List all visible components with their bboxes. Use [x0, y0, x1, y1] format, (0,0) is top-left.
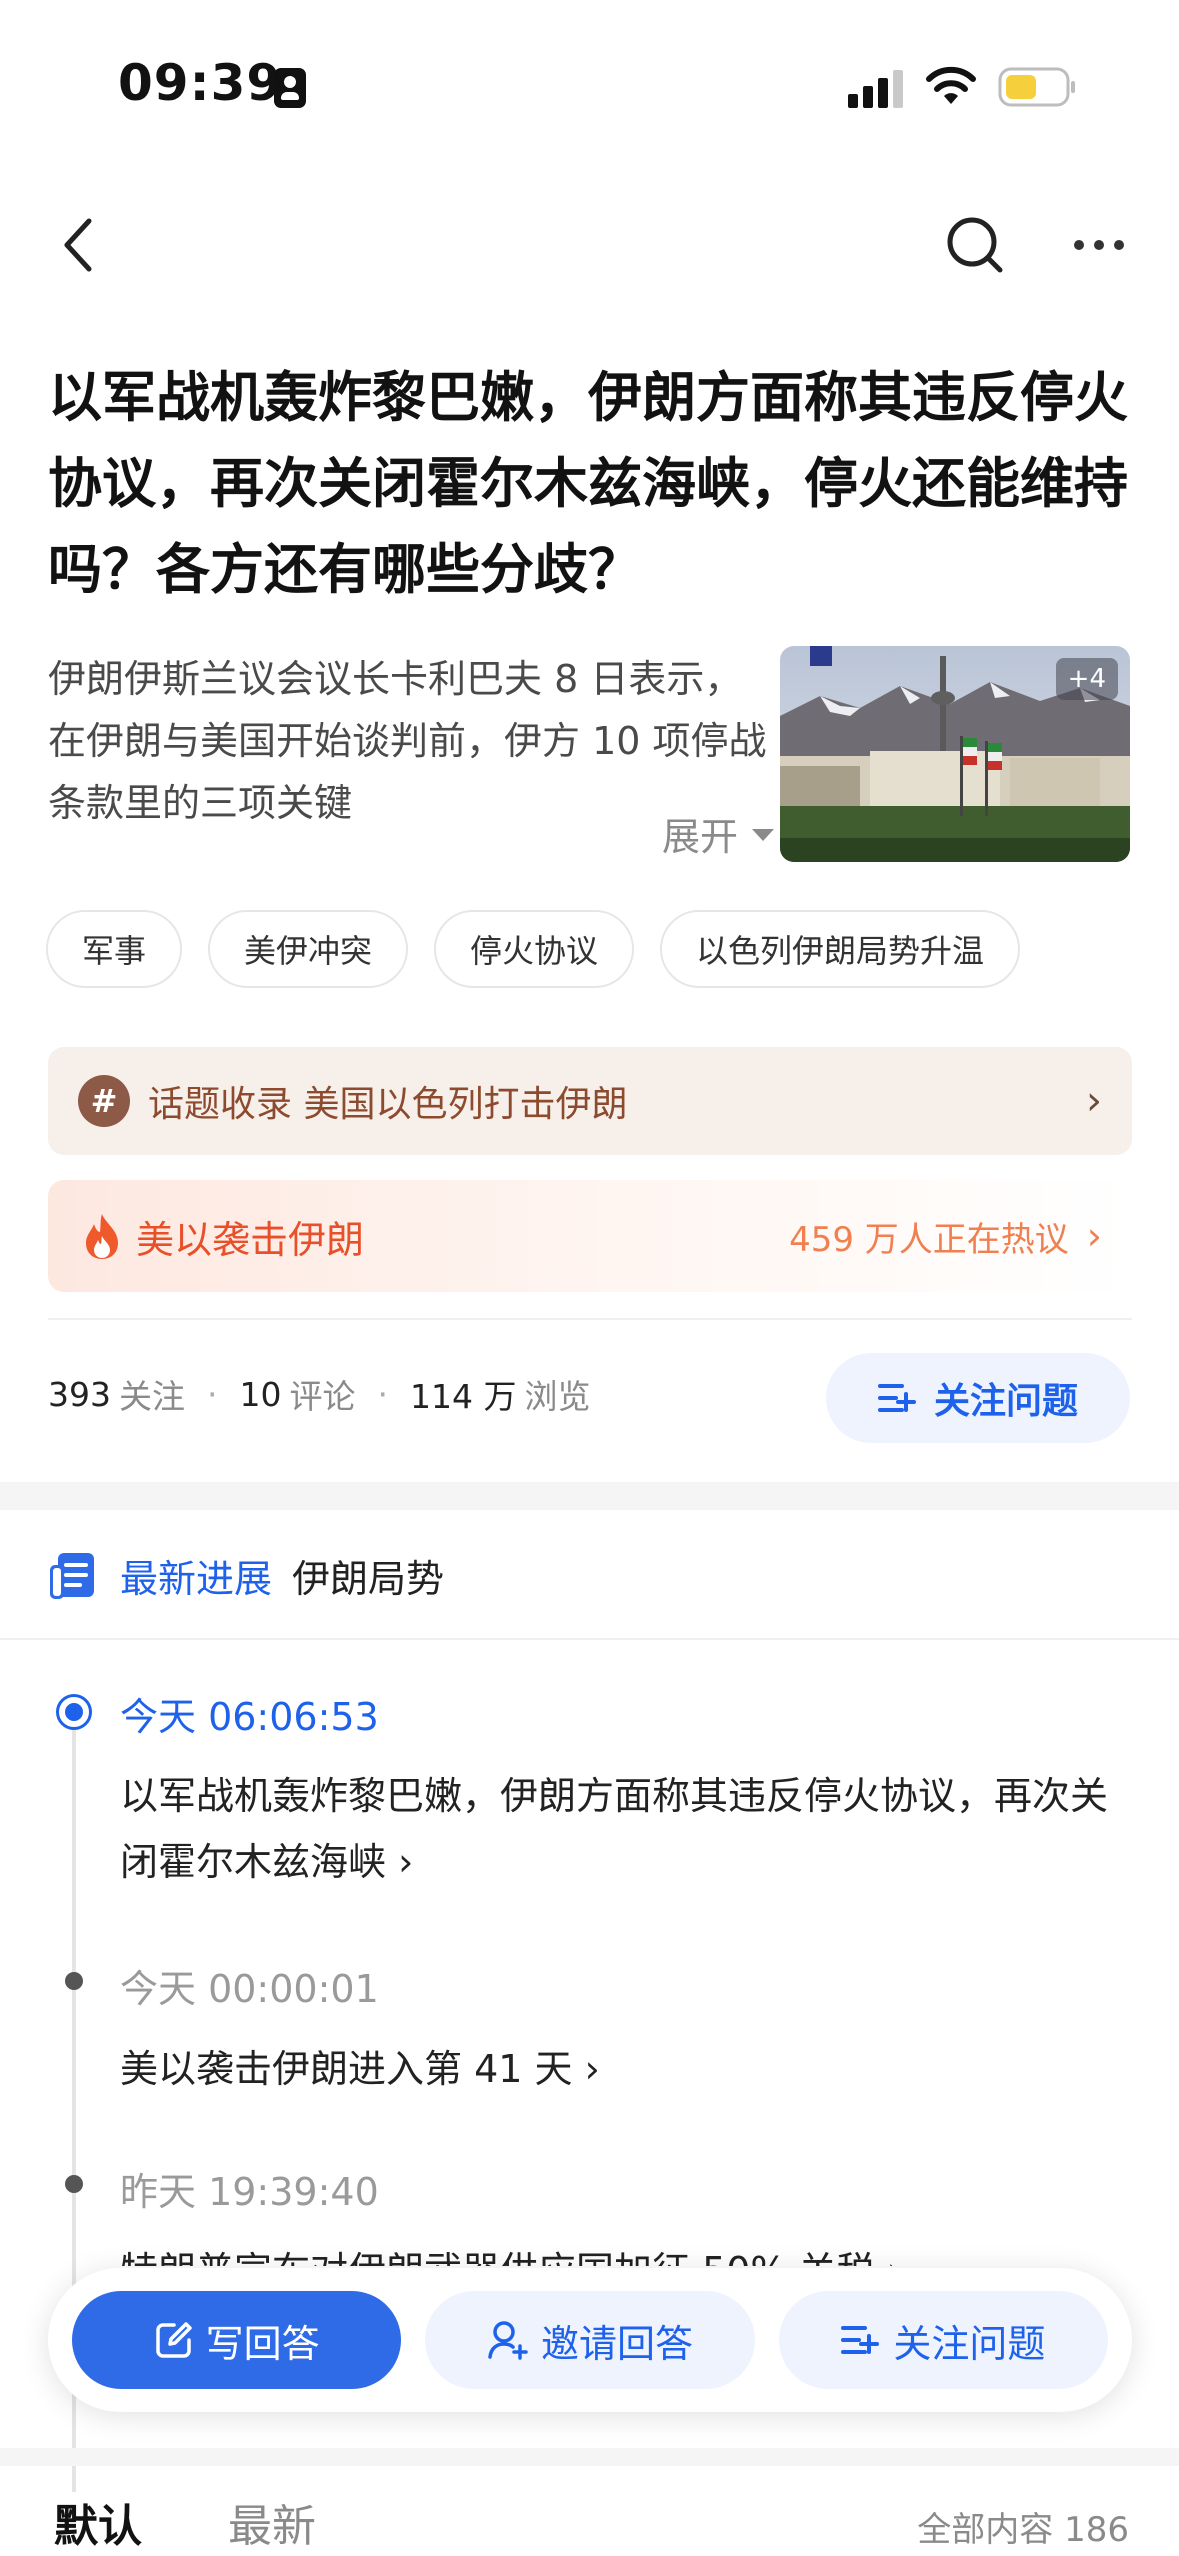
hot-discussion-card[interactable]: 美以袭击伊朗 459 万人正在热议 ›	[48, 1180, 1132, 1292]
write-answer-label: 写回答	[205, 2321, 320, 2366]
more-icon	[1074, 240, 1124, 250]
followers-label: 关注	[119, 1377, 185, 1416]
views-label: 浏览	[524, 1377, 591, 1416]
topic-collection-text: 话题收录 美国以色列打击伊朗	[148, 1084, 628, 1125]
back-button[interactable]	[44, 210, 114, 280]
question-image[interactable]: +4	[780, 646, 1130, 862]
follow-list-icon	[841, 2326, 880, 2354]
comments-count[interactable]: 10	[240, 1375, 282, 1414]
status-bar: 09:39	[0, 0, 1179, 170]
question-stats: 393 关注 · 10 评论 · 114 万 浏览	[48, 1370, 590, 1418]
flame-icon	[86, 1214, 118, 1259]
write-answer-button[interactable]: 写回答	[72, 2291, 402, 2389]
section-separator	[0, 2448, 1179, 2466]
chevron-right-icon: ›	[1086, 1214, 1102, 1258]
progress-topic: 伊朗局势	[292, 1557, 445, 1601]
divider	[0, 1638, 1179, 1640]
more-button[interactable]	[1064, 210, 1134, 280]
edit-icon	[155, 2322, 192, 2358]
follow-question-bottom-label: 关注问题	[893, 2321, 1046, 2366]
hashtag-icon: #	[78, 1075, 130, 1127]
timeline-dot-active	[56, 1694, 92, 1730]
tag-chip[interactable]: 停火协议	[434, 910, 635, 988]
follow-question-bottom-button[interactable]: 关注问题	[778, 2291, 1108, 2389]
timeline-dot	[65, 2175, 83, 2193]
search-button[interactable]	[940, 210, 1010, 280]
tag-chip[interactable]: 以色列伊朗局势升温	[660, 910, 1021, 988]
tab-default[interactable]: 默认	[54, 2490, 142, 2554]
expand-label: 展开	[662, 814, 739, 859]
news-list-icon	[50, 1552, 94, 1599]
follow-question-label: 关注问题	[933, 1381, 1078, 1422]
follow-list-icon	[877, 1384, 916, 1412]
timeline-time: 今天 00:00:01	[120, 1967, 379, 2011]
tab-latest[interactable]: 最新	[228, 2490, 316, 2554]
bottom-action-bar: 写回答 邀请回答 关注问题	[48, 2268, 1132, 2412]
tag-chip[interactable]: 美伊冲突	[208, 910, 409, 988]
nav-bar	[0, 190, 1179, 300]
hot-count: 459 万人正在热议	[789, 1219, 1069, 1260]
topic-collection-card[interactable]: # 话题收录 美国以色列打击伊朗 ›	[48, 1047, 1132, 1155]
answer-sort-tabs: 默认 最新	[54, 2490, 316, 2554]
section-separator	[0, 1482, 1179, 1510]
chevron-right-icon: ›	[1086, 1078, 1102, 1124]
expand-button[interactable]: 展开	[602, 800, 775, 866]
id-card-icon	[274, 68, 306, 108]
battery-icon	[998, 67, 1075, 107]
separator-dot: ·	[207, 1374, 218, 1414]
latest-progress-label: 最新进展	[120, 1557, 273, 1601]
search-icon	[947, 217, 1003, 273]
cellular-signal-icon	[848, 68, 904, 108]
followers-count: 393	[48, 1374, 111, 1414]
latest-progress-header[interactable]: 最新进展 伊朗局势	[48, 1548, 444, 1603]
views-count: 114 万	[410, 1377, 517, 1416]
tag-list: 军事 美伊冲突 停火协议 以色列伊朗局势升温	[46, 910, 1021, 988]
timeline-time: 今天 06:06:53	[120, 1695, 379, 1739]
separator-dot: ·	[377, 1374, 389, 1414]
image-count-badge: +4	[1055, 658, 1118, 700]
divider	[48, 1318, 1132, 1320]
timeline-time: 昨天 19:39:40	[120, 2170, 379, 2214]
timeline-item[interactable]: 美以袭击伊朗进入第 41 天 ›	[120, 2036, 1130, 2102]
follow-question-button[interactable]: 关注问题	[826, 1353, 1130, 1443]
chevron-left-icon	[64, 218, 92, 272]
timeline-item[interactable]: 特朗普宣布对伊朗武器供应国加征 50% 关税 ›	[120, 2238, 1130, 2266]
timeline-dot	[65, 1972, 83, 1990]
wifi-icon	[926, 66, 976, 104]
caret-down-icon	[752, 829, 775, 841]
invite-user-icon	[488, 2321, 528, 2360]
invite-answer-label: 邀请回答	[540, 2321, 693, 2366]
timeline-item[interactable]: 以军战机轰炸黎巴嫩，伊朗方面称其违反停火协议，再次关闭霍尔木兹海峡 ›	[120, 1763, 1130, 1895]
comments-label[interactable]: 评论	[290, 1370, 356, 1418]
tag-chip[interactable]: 军事	[46, 910, 183, 988]
hot-title: 美以袭击伊朗	[136, 1217, 365, 1262]
question-title: 以军战机轰炸黎巴嫩，伊朗方面称其违反停火协议，再次关闭霍尔木兹海峡，停火还能维持…	[48, 366, 1128, 601]
status-time: 09:39	[118, 54, 283, 112]
invite-answer-button[interactable]: 邀请回答	[425, 2291, 755, 2389]
total-content-count: 全部内容 186	[917, 2510, 1129, 2550]
timeline-clip: 特朗普宣布对伊朗武器供应国加征 50% 关税 ›	[0, 2230, 1179, 2266]
